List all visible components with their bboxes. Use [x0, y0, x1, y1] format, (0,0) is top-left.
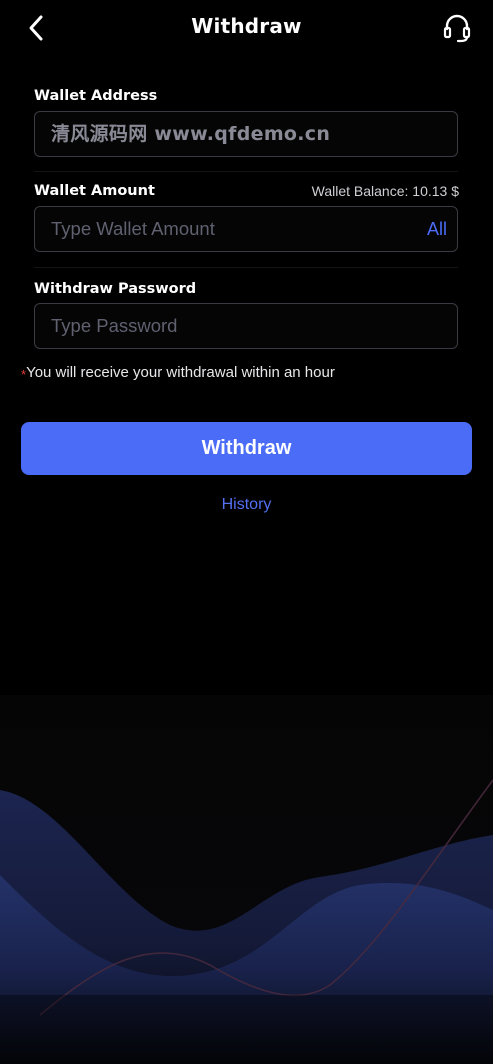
wallet-address-field[interactable]: 清风源码网 www.qfdemo.cn: [34, 111, 458, 157]
header-bar: Withdraw: [0, 0, 493, 56]
withdraw-password-label: Withdraw Password: [34, 281, 197, 297]
wallet-amount-field[interactable]: Type Wallet Amount All: [34, 206, 458, 252]
history-link[interactable]: History: [0, 496, 493, 514]
required-star: *: [21, 367, 27, 382]
all-amount-button[interactable]: All: [427, 207, 447, 251]
wallet-address-value: 清风源码网 www.qfdemo.cn: [51, 123, 331, 145]
headset-icon: [443, 14, 471, 43]
wallet-amount-placeholder: Type Wallet Amount: [51, 218, 215, 239]
divider: [34, 171, 458, 172]
wallet-amount-label: Wallet Amount: [34, 183, 155, 199]
background-waves: [0, 695, 493, 1064]
withdraw-password-placeholder: Type Password: [51, 315, 178, 336]
withdraw-password-field[interactable]: Type Password: [34, 303, 458, 349]
support-button[interactable]: [440, 11, 474, 45]
withdraw-screen: Withdraw Wallet Address 清风源码网 www.qfdemo…: [0, 0, 493, 1064]
withdraw-button[interactable]: Withdraw: [21, 422, 472, 475]
withdrawal-notice: *You will receive your withdrawal within…: [21, 364, 335, 382]
divider: [34, 267, 458, 268]
page-title: Withdraw: [191, 14, 302, 38]
wallet-balance: Wallet Balance: 10.13 $: [311, 183, 459, 199]
wallet-address-label: Wallet Address: [34, 88, 158, 104]
notice-text: You will receive your withdrawal within …: [26, 364, 335, 381]
